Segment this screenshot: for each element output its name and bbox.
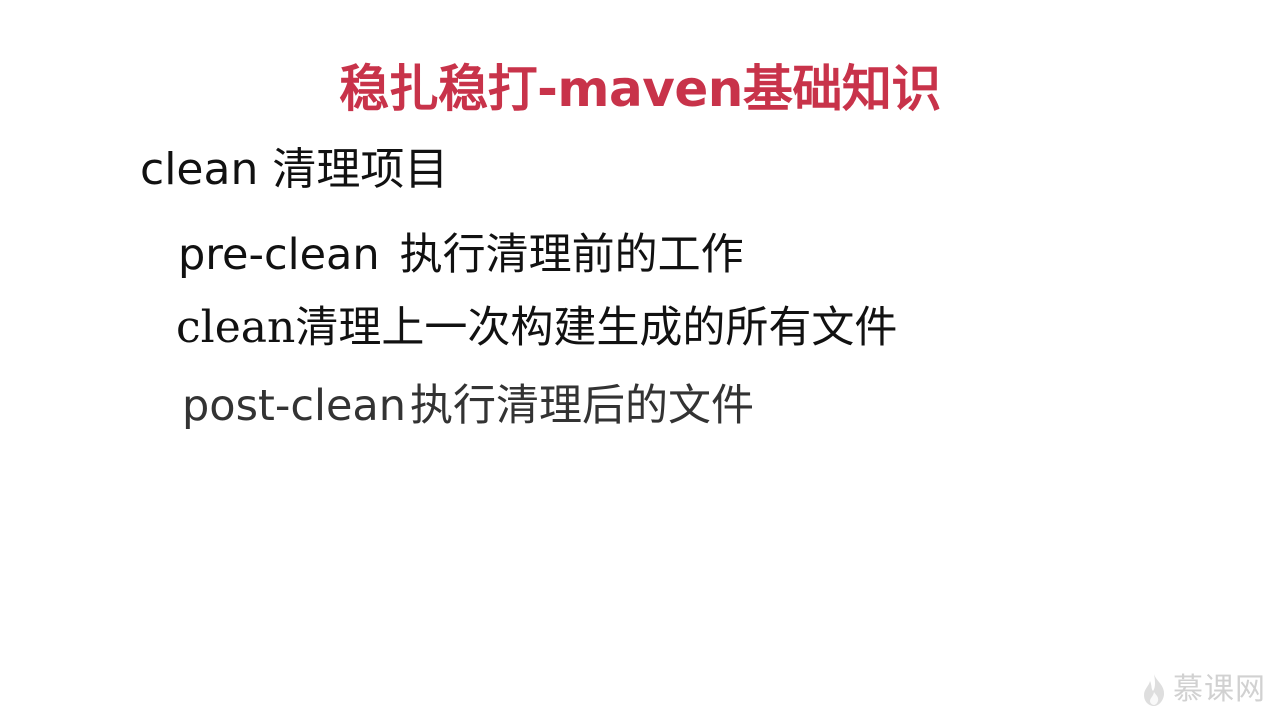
item-description: 清理上一次构建生成的所有文件 bbox=[295, 303, 898, 353]
list-item-post-clean: post-clean执行清理后的文件 bbox=[182, 376, 754, 436]
watermark-text: 慕课网 bbox=[1173, 672, 1266, 707]
section-heading: clean 清理项目 bbox=[140, 144, 449, 195]
item-description: 执行清理前的工作 bbox=[399, 230, 744, 280]
slide-title: 稳扎稳打-maven基础知识 bbox=[339, 60, 941, 118]
watermark: 慕课网 bbox=[1141, 670, 1266, 710]
item-description: 执行清理后的文件 bbox=[410, 381, 755, 431]
list-item-pre-clean: pre-clean 执行清理前的工作 bbox=[178, 225, 744, 285]
slide: 稳扎稳打-maven基础知识 clean 清理项目 pre-clean 执行清理前… bbox=[0, 0, 1280, 720]
item-term: clean bbox=[176, 302, 296, 353]
item-term: pre-clean bbox=[178, 230, 380, 280]
flame-logo-icon bbox=[1141, 673, 1167, 707]
list-item-clean: clean清理上一次构建生成的所有文件 bbox=[176, 298, 897, 358]
item-term: post-clean bbox=[182, 381, 407, 431]
